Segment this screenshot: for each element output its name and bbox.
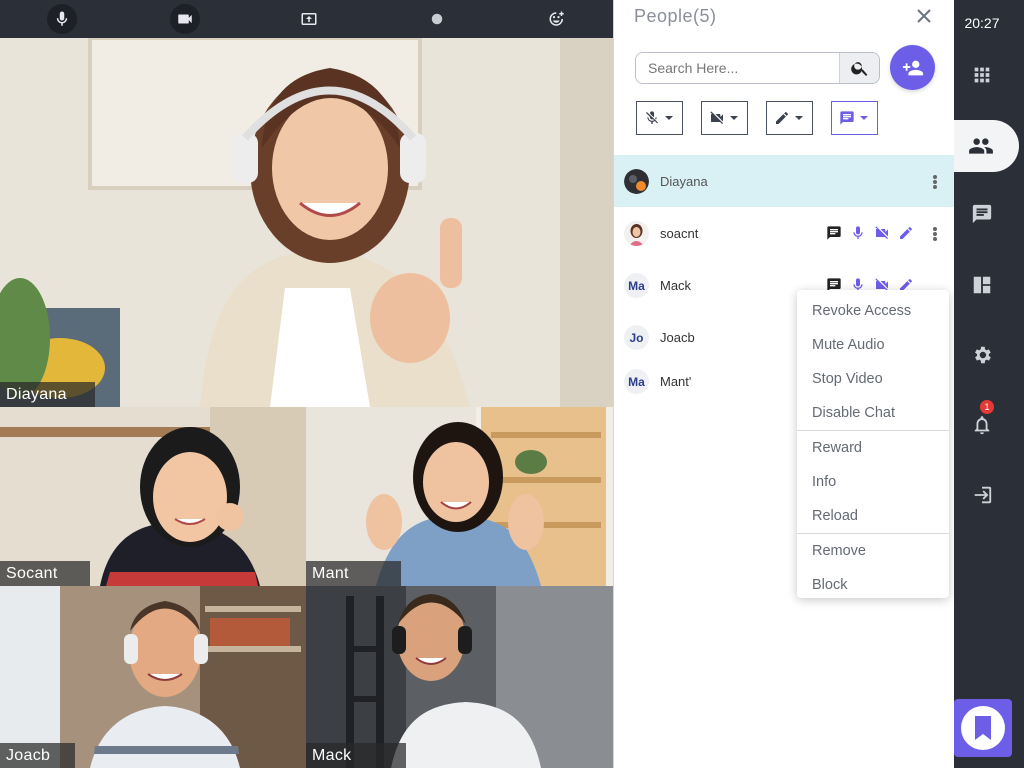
- notification-badge: 1: [980, 400, 994, 414]
- add-person-button[interactable]: [890, 45, 935, 90]
- layout-tab[interactable]: [967, 270, 997, 300]
- video-tile-mant[interactable]: Mant: [306, 407, 613, 586]
- avatar-photo: [624, 169, 649, 194]
- avatar-initials: Ma: [624, 369, 649, 394]
- exit-icon: [974, 486, 992, 504]
- chevron-down-icon: [795, 116, 803, 120]
- participant-video: [306, 407, 613, 586]
- menu-item-block[interactable]: Block: [797, 568, 949, 602]
- menu-item-reward[interactable]: Reward: [797, 431, 949, 465]
- filter-edit-dropdown[interactable]: [766, 101, 813, 135]
- panel-title: People(5): [634, 6, 717, 26]
- chevron-down-icon: [860, 116, 868, 120]
- call-toolbar: [0, 0, 613, 38]
- participant-name-tag: Socant: [0, 561, 90, 586]
- participant-name: soacnt: [660, 226, 699, 241]
- chat-icon: [840, 111, 854, 125]
- settings-tab[interactable]: [967, 340, 997, 370]
- more-options-button[interactable]: [930, 173, 940, 191]
- leave-button[interactable]: [967, 480, 997, 510]
- participant-row[interactable]: soacnt: [614, 207, 954, 259]
- meeting-app: Diayana Socant Mant Joacb Mack People(5)…: [0, 0, 1024, 768]
- search-box: [635, 52, 880, 84]
- video-tile-main[interactable]: Diayana: [0, 38, 613, 407]
- participant-name-tag: Mant: [306, 561, 401, 586]
- participant-actions: [826, 225, 914, 241]
- people-icon: [969, 138, 993, 154]
- avatar-initials: Ma: [624, 273, 649, 298]
- video-tile-socant[interactable]: Socant: [0, 407, 306, 586]
- emoji-icon: [549, 11, 564, 26]
- participant-name-tag: Joacb: [0, 743, 75, 768]
- share-screen-icon: [301, 13, 317, 25]
- close-icon: [917, 9, 931, 23]
- video-tile-joacb[interactable]: Joacb: [0, 586, 306, 768]
- camera-button[interactable]: [170, 4, 200, 34]
- microphone-icon: [56, 11, 68, 26]
- reaction-button[interactable]: [542, 4, 572, 34]
- pencil-icon[interactable]: [898, 225, 914, 241]
- right-rail: 20:27: [954, 0, 1024, 768]
- brand-logo: [961, 706, 1005, 750]
- participant-context-menu: Revoke Access Mute Audio Stop Video Disa…: [797, 290, 949, 598]
- video-tile-mack[interactable]: Mack: [306, 586, 613, 768]
- apps-grid-icon: [974, 67, 990, 83]
- chevron-down-icon: [665, 116, 673, 120]
- record-icon: [431, 13, 443, 25]
- search-input[interactable]: [636, 53, 839, 83]
- menu-item-mute-audio[interactable]: Mute Audio: [797, 328, 949, 362]
- participant-row[interactable]: Diayana: [614, 155, 954, 207]
- participant-video: [306, 586, 613, 768]
- menu-item-stop-video[interactable]: Stop Video: [797, 362, 949, 396]
- participant-name: Diayana: [660, 174, 708, 189]
- menu-item-info[interactable]: Info: [797, 465, 949, 499]
- pencil-icon: [776, 112, 788, 124]
- settings-icon: [975, 346, 991, 364]
- chevron-down-icon: [730, 116, 738, 120]
- more-options-button[interactable]: [930, 225, 940, 243]
- menu-item-remove[interactable]: Remove: [797, 534, 949, 568]
- microphone-icon[interactable]: [850, 225, 866, 241]
- apps-button[interactable]: [967, 60, 997, 90]
- clock: 20:27: [964, 15, 1000, 31]
- participant-name-tag: Diayana: [0, 382, 95, 407]
- avatar: [624, 169, 649, 194]
- participant-name: Mant': [660, 374, 692, 389]
- close-panel-button[interactable]: [914, 6, 934, 26]
- layout-icon: [973, 276, 991, 294]
- notifications-tab[interactable]: [967, 410, 997, 440]
- video-off-icon: [710, 111, 723, 124]
- chat-icon[interactable]: [826, 225, 842, 241]
- filter-mic-dropdown[interactable]: [636, 101, 683, 135]
- chat-tab[interactable]: [967, 199, 997, 229]
- chat-icon: [972, 204, 992, 224]
- bookmark-logo-icon: [975, 716, 991, 740]
- mic-off-icon: [646, 111, 658, 124]
- search-button[interactable]: [839, 53, 879, 83]
- participant-video: [0, 38, 613, 407]
- video-camera-icon: [178, 14, 192, 24]
- people-tab[interactable]: [954, 120, 1019, 172]
- bell-icon: [974, 416, 990, 435]
- add-person-icon: [902, 60, 923, 75]
- participant-video: [0, 407, 306, 586]
- avatar-initials: Jo: [624, 325, 649, 350]
- share-screen-button[interactable]: [294, 4, 324, 34]
- participant-name: Joacb: [660, 330, 695, 345]
- video-off-icon[interactable]: [874, 225, 890, 241]
- filter-chat-dropdown[interactable]: [831, 101, 878, 135]
- menu-item-revoke-access[interactable]: Revoke Access: [797, 294, 949, 328]
- avatar-photo: [624, 221, 649, 246]
- microphone-button[interactable]: [47, 4, 77, 34]
- menu-item-disable-chat[interactable]: Disable Chat: [797, 396, 949, 430]
- filter-video-dropdown[interactable]: [701, 101, 748, 135]
- menu-item-reload[interactable]: Reload: [797, 499, 949, 533]
- participant-name-tag: Mack: [306, 743, 406, 768]
- brand-logo-button[interactable]: [954, 699, 1012, 757]
- record-button[interactable]: [422, 4, 452, 34]
- search-icon: [850, 62, 867, 76]
- participant-name: Mack: [660, 278, 692, 293]
- avatar: [624, 221, 649, 246]
- participant-video: [0, 586, 306, 768]
